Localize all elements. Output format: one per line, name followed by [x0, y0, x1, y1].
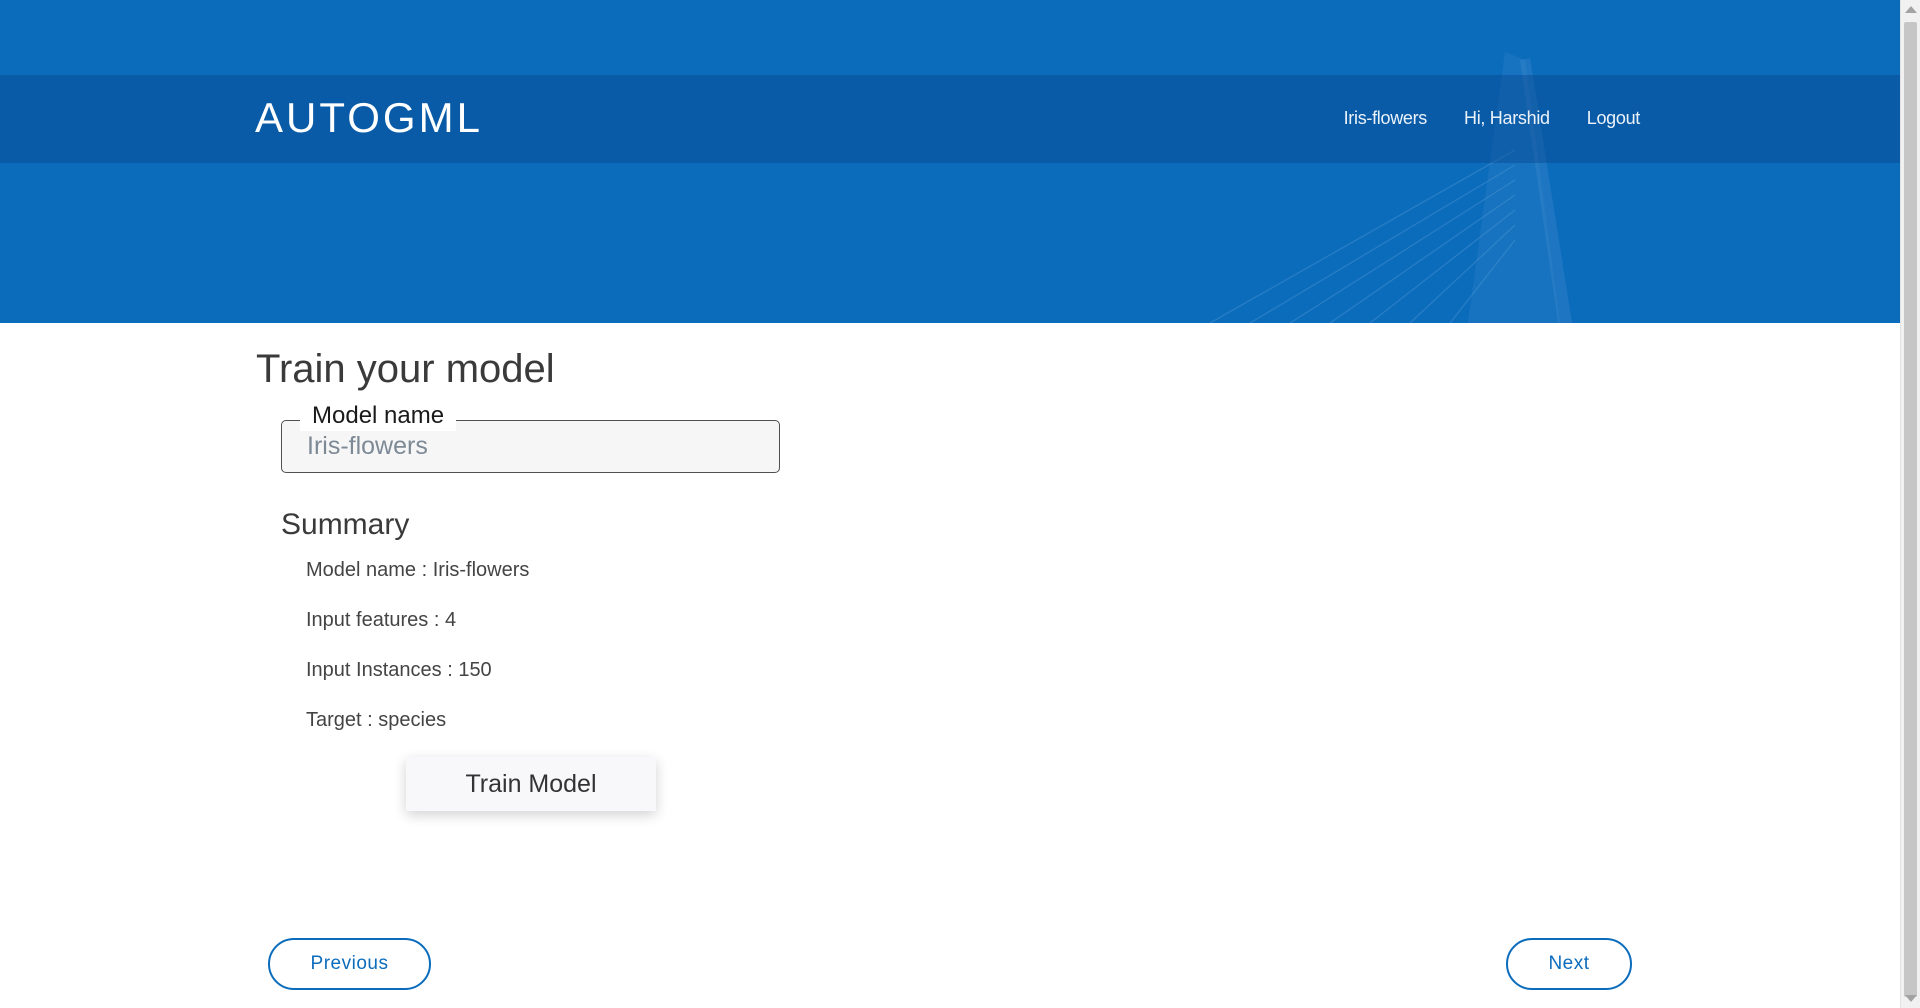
- page: AUTOGML Iris-flowers Hi, Harshid Logout …: [0, 0, 1900, 1008]
- model-name-input[interactable]: [292, 427, 762, 465]
- scroll-up-arrow-icon[interactable]: [1905, 6, 1917, 13]
- summary-title: Summary: [281, 508, 410, 541]
- vertical-scrollbar[interactable]: [1900, 0, 1920, 1008]
- nav-link-model[interactable]: Iris-flowers: [1344, 108, 1428, 129]
- summary-item-input-instances: Input Instances : 150: [306, 659, 492, 681]
- scrollbar-thumb[interactable]: [1904, 22, 1917, 997]
- next-button[interactable]: Next: [1506, 938, 1632, 990]
- previous-button[interactable]: Previous: [268, 938, 431, 990]
- nav-link-logout[interactable]: Logout: [1587, 108, 1641, 129]
- scroll-down-arrow-icon[interactable]: [1905, 995, 1917, 1002]
- nav-links: Iris-flowers Hi, Harshid Logout: [1344, 108, 1641, 129]
- page-title: Train your model: [256, 347, 555, 391]
- brand-logo[interactable]: AUTOGML: [255, 97, 483, 139]
- summary-list: Model name : Iris-flowers Input features…: [306, 560, 529, 760]
- train-model-button[interactable]: Train Model: [406, 757, 656, 811]
- model-name-label: Model name: [300, 400, 457, 432]
- main-content: Train your model Model name Summary Mode…: [0, 323, 1900, 1008]
- summary-item-target: Target : species: [306, 709, 447, 731]
- summary-item-model-name: Model name : Iris-flowers: [306, 559, 530, 581]
- nav-link-user[interactable]: Hi, Harshid: [1464, 108, 1550, 129]
- summary-item-input-features: Input features : 4: [306, 609, 457, 631]
- top-navbar: AUTOGML Iris-flowers Hi, Harshid Logout: [0, 75, 1900, 163]
- hero-banner: AUTOGML Iris-flowers Hi, Harshid Logout: [0, 0, 1900, 323]
